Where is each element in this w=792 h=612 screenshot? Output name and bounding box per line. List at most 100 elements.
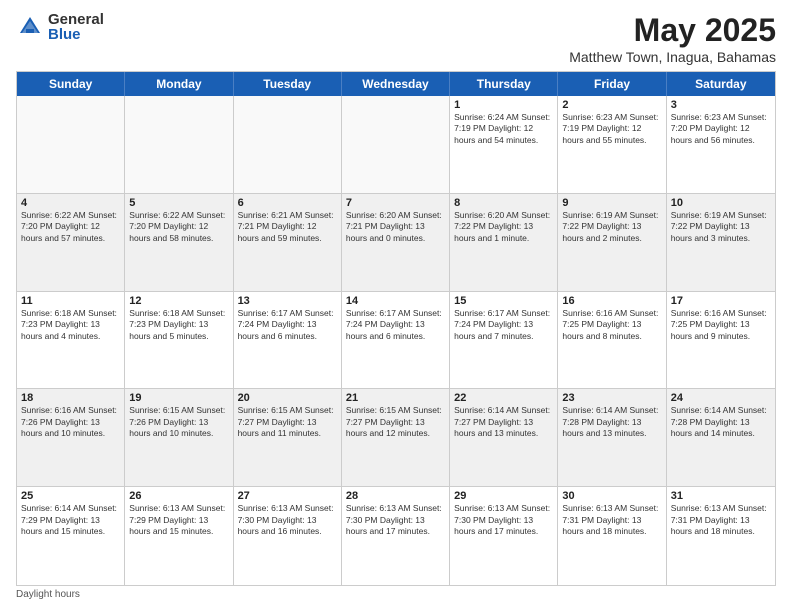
cell-date: 6	[238, 197, 337, 209]
calendar-cell: 12Sunrise: 6:18 AM Sunset: 7:23 PM Dayli…	[125, 292, 233, 389]
day-header-friday: Friday	[558, 72, 666, 96]
day-header-monday: Monday	[125, 72, 233, 96]
cell-date: 3	[671, 99, 771, 111]
calendar-cell: 5Sunrise: 6:22 AM Sunset: 7:20 PM Daylig…	[125, 194, 233, 291]
cell-date: 13	[238, 295, 337, 307]
logo-icon	[16, 13, 44, 41]
cell-info: Sunrise: 6:13 AM Sunset: 7:29 PM Dayligh…	[129, 503, 228, 537]
calendar-cell: 16Sunrise: 6:16 AM Sunset: 7:25 PM Dayli…	[558, 292, 666, 389]
cell-info: Sunrise: 6:20 AM Sunset: 7:22 PM Dayligh…	[454, 210, 553, 244]
page: General Blue May 2025 Matthew Town, Inag…	[0, 0, 792, 612]
cell-date: 18	[21, 392, 120, 404]
logo: General Blue	[16, 12, 104, 42]
cell-info: Sunrise: 6:19 AM Sunset: 7:22 PM Dayligh…	[562, 210, 661, 244]
calendar-cell: 11Sunrise: 6:18 AM Sunset: 7:23 PM Dayli…	[17, 292, 125, 389]
calendar-cell: 2Sunrise: 6:23 AM Sunset: 7:19 PM Daylig…	[558, 96, 666, 193]
cell-info: Sunrise: 6:17 AM Sunset: 7:24 PM Dayligh…	[346, 308, 445, 342]
cell-info: Sunrise: 6:16 AM Sunset: 7:25 PM Dayligh…	[562, 308, 661, 342]
month-title: May 2025	[569, 12, 776, 49]
logo-blue-text: Blue	[48, 27, 104, 42]
cell-info: Sunrise: 6:14 AM Sunset: 7:28 PM Dayligh…	[562, 405, 661, 439]
cell-info: Sunrise: 6:13 AM Sunset: 7:30 PM Dayligh…	[454, 503, 553, 537]
calendar-cell: 30Sunrise: 6:13 AM Sunset: 7:31 PM Dayli…	[558, 487, 666, 585]
cell-date: 8	[454, 197, 553, 209]
calendar-cell	[125, 96, 233, 193]
cell-date: 25	[21, 490, 120, 502]
cell-info: Sunrise: 6:14 AM Sunset: 7:29 PM Dayligh…	[21, 503, 120, 537]
cell-date: 2	[562, 99, 661, 111]
calendar-cell: 19Sunrise: 6:15 AM Sunset: 7:26 PM Dayli…	[125, 389, 233, 486]
day-header-tuesday: Tuesday	[234, 72, 342, 96]
cell-info: Sunrise: 6:13 AM Sunset: 7:30 PM Dayligh…	[238, 503, 337, 537]
cell-date: 15	[454, 295, 553, 307]
calendar-cell: 9Sunrise: 6:19 AM Sunset: 7:22 PM Daylig…	[558, 194, 666, 291]
cell-date: 4	[21, 197, 120, 209]
cell-date: 9	[562, 197, 661, 209]
cell-info: Sunrise: 6:24 AM Sunset: 7:19 PM Dayligh…	[454, 112, 553, 146]
title-section: May 2025 Matthew Town, Inagua, Bahamas	[569, 12, 776, 65]
cell-info: Sunrise: 6:16 AM Sunset: 7:26 PM Dayligh…	[21, 405, 120, 439]
calendar-row: 25Sunrise: 6:14 AM Sunset: 7:29 PM Dayli…	[17, 487, 775, 585]
cell-info: Sunrise: 6:16 AM Sunset: 7:25 PM Dayligh…	[671, 308, 771, 342]
cell-info: Sunrise: 6:14 AM Sunset: 7:27 PM Dayligh…	[454, 405, 553, 439]
calendar-cell: 4Sunrise: 6:22 AM Sunset: 7:20 PM Daylig…	[17, 194, 125, 291]
calendar-cell	[234, 96, 342, 193]
calendar-cell: 18Sunrise: 6:16 AM Sunset: 7:26 PM Dayli…	[17, 389, 125, 486]
cell-date: 27	[238, 490, 337, 502]
logo-text: General Blue	[48, 12, 104, 42]
calendar-cell: 1Sunrise: 6:24 AM Sunset: 7:19 PM Daylig…	[450, 96, 558, 193]
calendar-cell: 8Sunrise: 6:20 AM Sunset: 7:22 PM Daylig…	[450, 194, 558, 291]
calendar-row: 11Sunrise: 6:18 AM Sunset: 7:23 PM Dayli…	[17, 292, 775, 390]
header: General Blue May 2025 Matthew Town, Inag…	[16, 12, 776, 65]
calendar-cell: 23Sunrise: 6:14 AM Sunset: 7:28 PM Dayli…	[558, 389, 666, 486]
cell-date: 26	[129, 490, 228, 502]
calendar-cell: 26Sunrise: 6:13 AM Sunset: 7:29 PM Dayli…	[125, 487, 233, 585]
cell-date: 30	[562, 490, 661, 502]
calendar-row: 1Sunrise: 6:24 AM Sunset: 7:19 PM Daylig…	[17, 96, 775, 194]
cell-info: Sunrise: 6:18 AM Sunset: 7:23 PM Dayligh…	[21, 308, 120, 342]
cell-date: 24	[671, 392, 771, 404]
logo-general-text: General	[48, 12, 104, 27]
calendar-cell	[342, 96, 450, 193]
cell-date: 23	[562, 392, 661, 404]
day-header-sunday: Sunday	[17, 72, 125, 96]
cell-info: Sunrise: 6:23 AM Sunset: 7:20 PM Dayligh…	[671, 112, 771, 146]
cell-date: 12	[129, 295, 228, 307]
calendar-cell: 21Sunrise: 6:15 AM Sunset: 7:27 PM Dayli…	[342, 389, 450, 486]
calendar-cell: 20Sunrise: 6:15 AM Sunset: 7:27 PM Dayli…	[234, 389, 342, 486]
calendar-cell: 17Sunrise: 6:16 AM Sunset: 7:25 PM Dayli…	[667, 292, 775, 389]
calendar-cell: 6Sunrise: 6:21 AM Sunset: 7:21 PM Daylig…	[234, 194, 342, 291]
calendar-row: 18Sunrise: 6:16 AM Sunset: 7:26 PM Dayli…	[17, 389, 775, 487]
cell-info: Sunrise: 6:19 AM Sunset: 7:22 PM Dayligh…	[671, 210, 771, 244]
cell-info: Sunrise: 6:13 AM Sunset: 7:31 PM Dayligh…	[671, 503, 771, 537]
day-headers: SundayMondayTuesdayWednesdayThursdayFrid…	[17, 72, 775, 96]
calendar-cell: 27Sunrise: 6:13 AM Sunset: 7:30 PM Dayli…	[234, 487, 342, 585]
cell-date: 17	[671, 295, 771, 307]
calendar-cell: 13Sunrise: 6:17 AM Sunset: 7:24 PM Dayli…	[234, 292, 342, 389]
cell-date: 22	[454, 392, 553, 404]
cell-info: Sunrise: 6:17 AM Sunset: 7:24 PM Dayligh…	[238, 308, 337, 342]
cell-date: 5	[129, 197, 228, 209]
cell-info: Sunrise: 6:17 AM Sunset: 7:24 PM Dayligh…	[454, 308, 553, 342]
cell-date: 11	[21, 295, 120, 307]
day-header-saturday: Saturday	[667, 72, 775, 96]
cell-info: Sunrise: 6:23 AM Sunset: 7:19 PM Dayligh…	[562, 112, 661, 146]
calendar-cell: 31Sunrise: 6:13 AM Sunset: 7:31 PM Dayli…	[667, 487, 775, 585]
footer-note: Daylight hours	[16, 586, 776, 600]
calendar-cell: 24Sunrise: 6:14 AM Sunset: 7:28 PM Dayli…	[667, 389, 775, 486]
cell-info: Sunrise: 6:22 AM Sunset: 7:20 PM Dayligh…	[21, 210, 120, 244]
cell-date: 1	[454, 99, 553, 111]
calendar-row: 4Sunrise: 6:22 AM Sunset: 7:20 PM Daylig…	[17, 194, 775, 292]
calendar-cell: 3Sunrise: 6:23 AM Sunset: 7:20 PM Daylig…	[667, 96, 775, 193]
calendar-cell: 25Sunrise: 6:14 AM Sunset: 7:29 PM Dayli…	[17, 487, 125, 585]
cell-date: 7	[346, 197, 445, 209]
day-header-wednesday: Wednesday	[342, 72, 450, 96]
cell-info: Sunrise: 6:13 AM Sunset: 7:31 PM Dayligh…	[562, 503, 661, 537]
calendar-cell: 29Sunrise: 6:13 AM Sunset: 7:30 PM Dayli…	[450, 487, 558, 585]
cell-info: Sunrise: 6:15 AM Sunset: 7:26 PM Dayligh…	[129, 405, 228, 439]
cell-date: 21	[346, 392, 445, 404]
calendar-cell: 22Sunrise: 6:14 AM Sunset: 7:27 PM Dayli…	[450, 389, 558, 486]
cell-date: 14	[346, 295, 445, 307]
cell-date: 20	[238, 392, 337, 404]
calendar-cell: 15Sunrise: 6:17 AM Sunset: 7:24 PM Dayli…	[450, 292, 558, 389]
